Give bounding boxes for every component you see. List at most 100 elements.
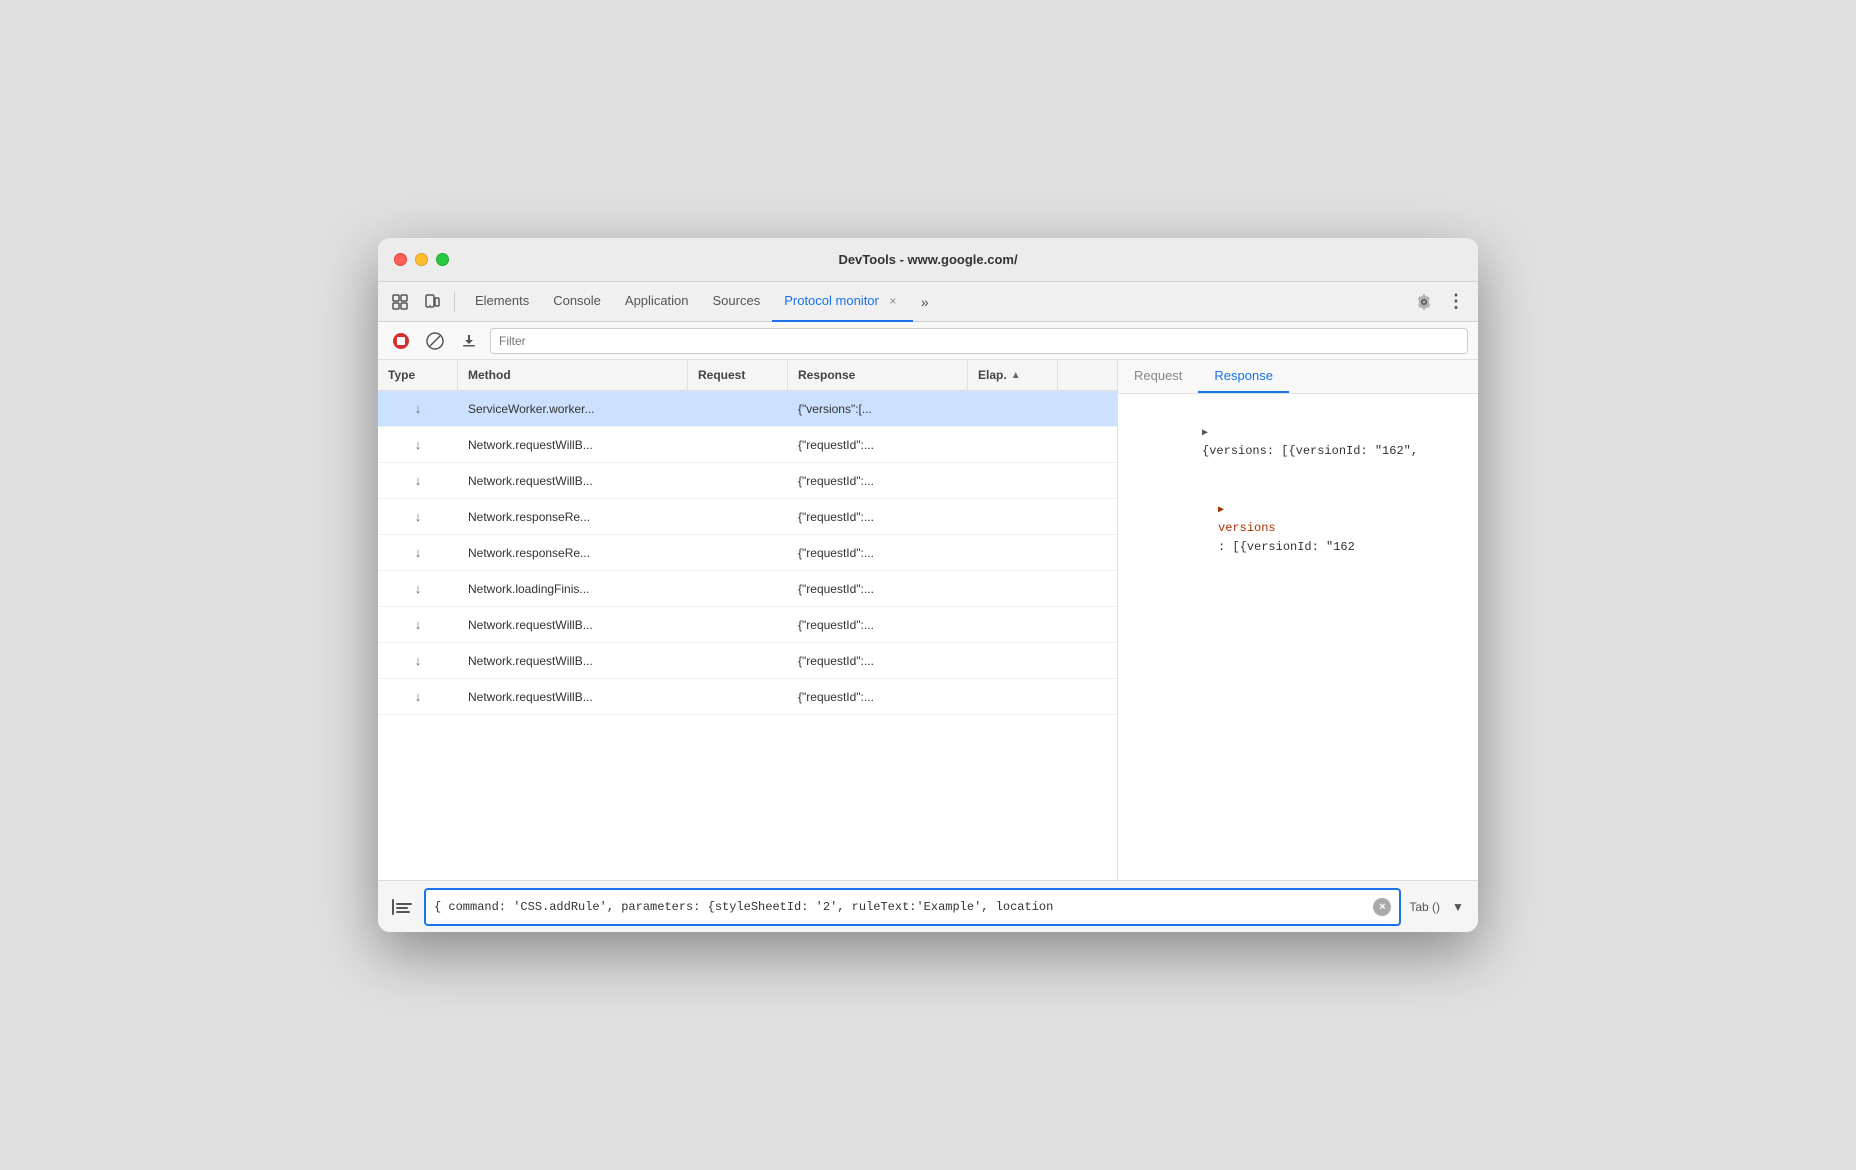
- settings-icon[interactable]: [1410, 288, 1438, 316]
- tab-hint: Tab (): [1409, 900, 1440, 914]
- maximize-button[interactable]: [436, 253, 449, 266]
- panel-response-content: ▶ {versions: [{versionId: "162", ▶ versi…: [1118, 394, 1478, 880]
- row-method-1: Network.requestWillB...: [458, 432, 688, 458]
- row-request-2: [688, 475, 788, 487]
- more-options-icon[interactable]: ⋮: [1442, 288, 1470, 316]
- row-method-0: ServiceWorker.worker...: [458, 396, 688, 422]
- tab-close-protocol-monitor[interactable]: ×: [885, 293, 901, 309]
- panel-tabs: Request Response: [1118, 360, 1478, 394]
- command-input-container: ×: [424, 888, 1401, 926]
- row-response-5: {"requestId":...: [788, 576, 968, 602]
- table-row[interactable]: ↓ Network.requestWillB... {"requestId":.…: [378, 463, 1117, 499]
- minimize-button[interactable]: [415, 253, 428, 266]
- filter-input[interactable]: [499, 334, 1459, 348]
- bottom-bar: × Tab () ▼: [378, 880, 1478, 932]
- row-type-3: ↓: [378, 503, 458, 530]
- row-request-5: [688, 583, 788, 595]
- row-type-0: ↓: [378, 395, 458, 422]
- tab-sources[interactable]: Sources: [701, 282, 773, 322]
- traffic-lights: [394, 253, 449, 266]
- close-button[interactable]: [394, 253, 407, 266]
- json-text-0: {versions: [{versionId: "162",: [1202, 444, 1418, 458]
- more-tabs-button[interactable]: »: [913, 282, 937, 322]
- json-key-1: versions: [1218, 521, 1276, 535]
- filter-bar: [378, 322, 1478, 360]
- protocol-monitor-table: Type Method Request Response Elap. ▲: [378, 360, 1118, 880]
- row-request-6: [688, 619, 788, 631]
- row-response-0: {"versions":[...: [788, 396, 968, 422]
- table-row[interactable]: ↓ Network.responseRe... {"requestId":...: [378, 535, 1117, 571]
- device-toolbar-icon[interactable]: [418, 288, 446, 316]
- tab-elements[interactable]: Elements: [463, 282, 541, 322]
- header-scrollbar-space: [1058, 360, 1078, 390]
- header-request[interactable]: Request: [688, 360, 788, 390]
- json-colon-1: : [{versionId: "162: [1218, 540, 1355, 554]
- table-header: Type Method Request Response Elap. ▲: [378, 360, 1117, 391]
- command-input[interactable]: [434, 900, 1369, 914]
- json-line-0: ▶ {versions: [{versionId: "162",: [1130, 404, 1466, 481]
- row-method-4: Network.responseRe...: [458, 540, 688, 566]
- devtools-toolbar: Elements Console Application Sources Pro…: [378, 282, 1478, 322]
- row-type-5: ↓: [378, 575, 458, 602]
- table-body[interactable]: ↓ ServiceWorker.worker... {"versions":[.…: [378, 391, 1117, 880]
- tab-application[interactable]: Application: [613, 282, 701, 322]
- tab-console[interactable]: Console: [541, 282, 613, 322]
- row-elapsed-4: [968, 547, 1058, 559]
- header-method[interactable]: Method: [458, 360, 688, 390]
- json-line-1: ▶ versions : [{versionId: "162: [1130, 481, 1466, 577]
- row-type-8: ↓: [378, 683, 458, 710]
- console-toggle-button[interactable]: [388, 893, 416, 921]
- row-method-6: Network.requestWillB...: [458, 612, 688, 638]
- row-method-3: Network.responseRe...: [458, 504, 688, 530]
- row-method-5: Network.loadingFinis...: [458, 576, 688, 602]
- row-response-4: {"requestId":...: [788, 540, 968, 566]
- expand-triangle-1[interactable]: ▶: [1218, 503, 1224, 519]
- table-row[interactable]: ↓ Network.requestWillB... {"requestId":.…: [378, 643, 1117, 679]
- table-row[interactable]: ↓ ServiceWorker.worker... {"versions":[.…: [378, 391, 1117, 427]
- row-elapsed-1: [968, 439, 1058, 451]
- chevron-down-button[interactable]: ▼: [1448, 897, 1468, 917]
- row-elapsed-2: [968, 475, 1058, 487]
- right-panel: Request Response ▶ {versions: [{versionI…: [1118, 360, 1478, 880]
- expand-triangle-0[interactable]: ▶: [1202, 426, 1208, 442]
- row-method-7: Network.requestWillB...: [458, 648, 688, 674]
- row-response-2: {"requestId":...: [788, 468, 968, 494]
- table-row[interactable]: ↓ Network.loadingFinis... {"requestId":.…: [378, 571, 1117, 607]
- download-button[interactable]: [456, 328, 482, 354]
- table-row[interactable]: ↓ Network.requestWillB... {"requestId":.…: [378, 427, 1117, 463]
- main-content: Type Method Request Response Elap. ▲: [378, 360, 1478, 880]
- row-request-7: [688, 655, 788, 667]
- row-method-2: Network.requestWillB...: [458, 468, 688, 494]
- row-method-8: Network.requestWillB...: [458, 684, 688, 710]
- table-row[interactable]: ↓ Network.requestWillB... {"requestId":.…: [378, 679, 1117, 715]
- tab-response[interactable]: Response: [1198, 360, 1289, 393]
- inspect-element-icon[interactable]: [386, 288, 414, 316]
- row-type-2: ↓: [378, 467, 458, 494]
- row-request-8: [688, 691, 788, 703]
- toolbar-right: ⋮: [1410, 288, 1470, 316]
- record-stop-button[interactable]: [388, 328, 414, 354]
- row-elapsed-3: [968, 511, 1058, 523]
- row-elapsed-7: [968, 655, 1058, 667]
- row-type-7: ↓: [378, 647, 458, 674]
- tab-navigation: Elements Console Application Sources Pro…: [463, 282, 1406, 322]
- header-response[interactable]: Response: [788, 360, 968, 390]
- toolbar-divider-1: [454, 292, 455, 312]
- tab-protocol-monitor[interactable]: Protocol monitor ×: [772, 282, 913, 322]
- row-elapsed-6: [968, 619, 1058, 631]
- filter-input-container: [490, 328, 1468, 354]
- row-response-6: {"requestId":...: [788, 612, 968, 638]
- header-elapsed[interactable]: Elap. ▲: [968, 360, 1058, 390]
- row-type-4: ↓: [378, 539, 458, 566]
- table-row[interactable]: ↓ Network.responseRe... {"requestId":...: [378, 499, 1117, 535]
- tab-request[interactable]: Request: [1118, 360, 1198, 393]
- row-request-3: [688, 511, 788, 523]
- row-request-4: [688, 547, 788, 559]
- row-response-8: {"requestId":...: [788, 684, 968, 710]
- clear-button[interactable]: [422, 328, 448, 354]
- devtools-window: DevTools - www.google.com/ Elements: [378, 238, 1478, 932]
- title-bar: DevTools - www.google.com/: [378, 238, 1478, 282]
- command-clear-button[interactable]: ×: [1373, 898, 1391, 916]
- row-response-7: {"requestId":...: [788, 648, 968, 674]
- table-row[interactable]: ↓ Network.requestWillB... {"requestId":.…: [378, 607, 1117, 643]
